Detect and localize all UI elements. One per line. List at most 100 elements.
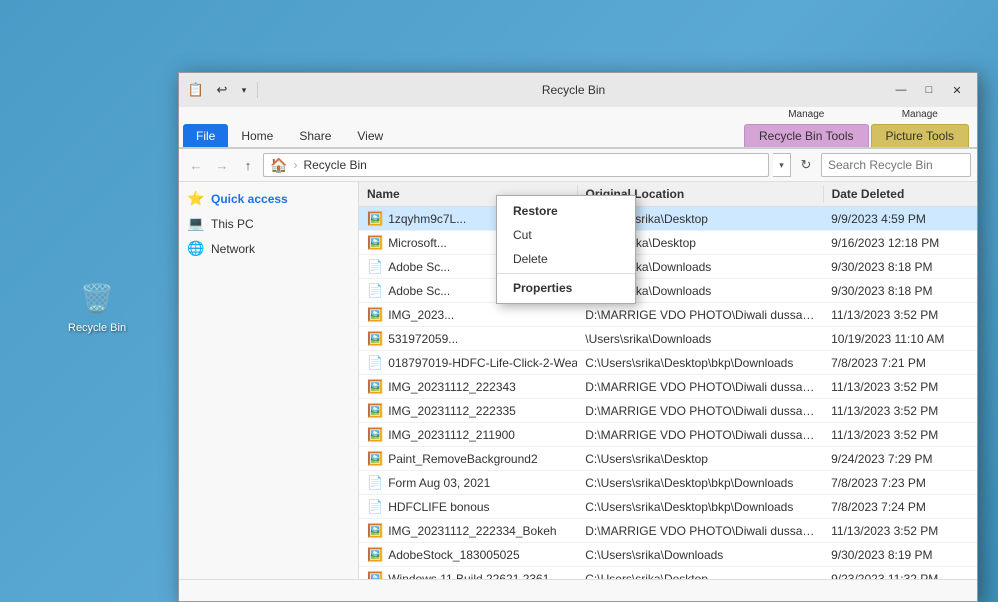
status-bar: [179, 579, 977, 601]
context-separator: [497, 273, 635, 274]
table-row[interactable]: 🖼️ IMG_2023... D:\MARRIGE VDO PHOTO\Diwa…: [359, 303, 977, 327]
table-row[interactable]: 🖼️ IMG_20231112_222335 D:\MARRIGE VDO PH…: [359, 399, 977, 423]
table-row[interactable]: 🖼️ IMG_20231112_211900 D:\MARRIGE VDO PH…: [359, 423, 977, 447]
maximize-button[interactable]: □: [915, 76, 943, 104]
address-input[interactable]: 🏠 › Recycle Bin: [263, 153, 769, 177]
table-row[interactable]: 🖼️ IMG_20231112_222334_Bokeh D:\MARRIGE …: [359, 519, 977, 543]
network-label: Network: [211, 242, 255, 256]
file-date: 10/19/2023 11:10 AM: [823, 330, 977, 348]
this-pc-label: This PC: [211, 217, 254, 231]
file-icon: 🖼️: [367, 235, 383, 251]
file-date: 7/8/2023 7:24 PM: [823, 498, 977, 516]
tab-file[interactable]: File: [183, 124, 228, 147]
address-dropdown[interactable]: ▾: [773, 153, 791, 177]
qat-undo-btn[interactable]: ↩: [211, 79, 233, 101]
qat-properties-btn[interactable]: 📋: [185, 79, 207, 101]
file-name: 531972059...: [388, 332, 458, 346]
tab-recycle-bin-tools[interactable]: Recycle Bin Tools: [744, 124, 869, 147]
file-icon: 🖼️: [367, 307, 383, 323]
file-date: 9/16/2023 12:18 PM: [823, 234, 977, 252]
tab-home[interactable]: Home: [228, 124, 286, 147]
file-location: C:\Users\srika\Desktop\bkp\Downloads: [577, 354, 823, 372]
table-row[interactable]: 🖼️ IMG_20231112_222343 D:\MARRIGE VDO PH…: [359, 375, 977, 399]
file-location: \Users\srika\Downloads: [577, 330, 823, 348]
tab-share[interactable]: Share: [286, 124, 344, 147]
file-location: D:\MARRIGE VDO PHOTO\Diwali dussara ...: [577, 522, 823, 540]
file-name: Microsoft...: [388, 236, 447, 250]
file-icon: 📄: [367, 259, 383, 275]
file-name: 018797019-HDFC-Life-Click-2-Wea...: [388, 356, 577, 370]
file-date: 7/8/2023 7:23 PM: [823, 474, 977, 492]
address-separator: ›: [293, 158, 297, 172]
context-menu-item-delete[interactable]: Delete: [497, 247, 635, 271]
desktop-recycle-bin-icon[interactable]: 🗑️ Recycle Bin: [68, 278, 126, 334]
file-name: 1zqyhm9c7L...: [388, 212, 466, 226]
file-icon: 🖼️: [367, 403, 383, 419]
table-row[interactable]: 🖼️ AdobeStock_183005025 C:\Users\srika\D…: [359, 543, 977, 567]
file-date: 11/13/2023 3:52 PM: [823, 378, 977, 396]
table-row[interactable]: 📄 Form Aug 03, 2021 C:\Users\srika\Deskt…: [359, 471, 977, 495]
file-location: D:\MARRIGE VDO PHOTO\Diwali dussara ...: [577, 378, 823, 396]
window-title: Recycle Bin: [264, 83, 883, 97]
address-home-icon: 🏠: [270, 157, 287, 174]
search-input[interactable]: [821, 153, 971, 177]
forward-button[interactable]: →: [211, 154, 233, 176]
file-icon: 🖼️: [367, 331, 383, 347]
table-row[interactable]: 🖼️ Microsoft... \Users\srika\Desktop 9/1…: [359, 231, 977, 255]
table-row[interactable]: 🖼️ 531972059... \Users\srika\Downloads 1…: [359, 327, 977, 351]
file-date: 11/13/2023 3:52 PM: [823, 402, 977, 420]
file-date: 9/24/2023 7:29 PM: [823, 450, 977, 468]
table-row[interactable]: 📄 HDFCLIFE bonous C:\Users\srika\Desktop…: [359, 495, 977, 519]
file-location: C:\Users\srika\Downloads: [577, 546, 823, 564]
qat-dropdown-arrow[interactable]: ▾: [237, 79, 251, 101]
address-bar: ← → ↑ 🏠 › Recycle Bin ▾ ↻: [179, 149, 977, 182]
file-date: 9/30/2023 8:18 PM: [823, 282, 977, 300]
file-icon: 📄: [367, 499, 383, 515]
file-icon: 🖼️: [367, 571, 383, 580]
table-row[interactable]: 📄 018797019-HDFC-Life-Click-2-Wea... C:\…: [359, 351, 977, 375]
up-button[interactable]: ↑: [237, 154, 259, 176]
file-icon: 📄: [367, 355, 383, 371]
file-date: 9/9/2023 4:59 PM: [823, 210, 977, 228]
file-name: HDFCLIFE bonous: [388, 500, 489, 514]
file-location: C:\Users\srika\Desktop\bkp\Downloads: [577, 498, 823, 516]
tab-view[interactable]: View: [344, 124, 396, 147]
table-row[interactable]: 🖼️ 1zqyhm9c7L... C:\Users\srika\Desktop …: [359, 207, 977, 231]
file-icon: 🖼️: [367, 379, 383, 395]
back-button[interactable]: ←: [185, 154, 207, 176]
context-menu-item-cut[interactable]: Cut: [497, 223, 635, 247]
explorer-window: 📋 ↩ ▾ Recycle Bin — □ ✕ File Home Share …: [178, 72, 978, 602]
context-menu-item-properties[interactable]: Properties: [497, 276, 635, 300]
file-icon: 🖼️: [367, 523, 383, 539]
recycle-bin-label: Recycle Bin: [68, 322, 126, 334]
file-icon: 🖼️: [367, 427, 383, 443]
column-header-date[interactable]: Date Deleted: [824, 185, 977, 203]
file-name: Adobe Sc...: [388, 260, 450, 274]
file-icon: 📄: [367, 475, 383, 491]
file-name: IMG_20231112_222343: [388, 380, 516, 394]
close-button[interactable]: ✕: [943, 76, 971, 104]
file-list: Name Original Location Date Deleted 🖼️ 1…: [359, 182, 977, 579]
file-name: Paint_RemoveBackground2: [388, 452, 537, 466]
table-row[interactable]: 🖼️ Paint_RemoveBackground2 C:\Users\srik…: [359, 447, 977, 471]
minimize-button[interactable]: —: [887, 76, 915, 104]
context-menu-item-restore[interactable]: Restore: [497, 199, 635, 223]
table-row[interactable]: 📄 Adobe Sc... \Users\srika\Downloads 9/3…: [359, 255, 977, 279]
file-location: C:\Users\srika\Desktop: [577, 570, 823, 580]
file-name: Windows 11 Build 22621.2361: [388, 572, 549, 580]
file-location: D:\MARRIGE VDO PHOTO\Diwali dussara ...: [577, 402, 823, 420]
sidebar-item-network[interactable]: 🌐 Network: [179, 236, 358, 261]
network-icon: 🌐: [187, 240, 205, 257]
sidebar-item-this-pc[interactable]: 💻 This PC: [179, 211, 358, 236]
file-icon: 🖼️: [367, 211, 383, 227]
file-date: 11/13/2023 3:52 PM: [823, 426, 977, 444]
file-location: C:\Users\srika\Desktop\bkp\Downloads: [577, 474, 823, 492]
table-row[interactable]: 📄 Adobe Sc... \Users\srika\Downloads 9/3…: [359, 279, 977, 303]
tab-picture-tools[interactable]: Picture Tools: [871, 124, 969, 147]
sidebar-item-quick-access[interactable]: ⭐ Quick access: [179, 186, 358, 211]
file-name: IMG_20231112_211900: [388, 428, 515, 442]
refresh-button[interactable]: ↻: [795, 154, 817, 176]
quick-access-icon: ⭐: [187, 190, 205, 207]
quick-access-toolbar: 📋 ↩ ▾ Recycle Bin — □ ✕: [179, 73, 977, 107]
table-row[interactable]: 🖼️ Windows 11 Build 22621.2361 C:\Users\…: [359, 567, 977, 579]
